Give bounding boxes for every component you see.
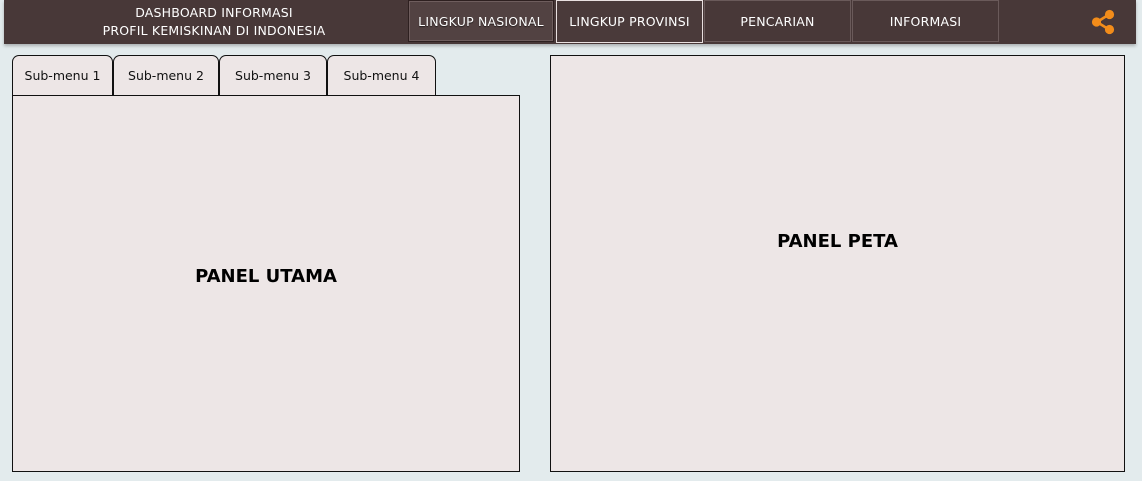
panel-peta-label: PANEL PETA xyxy=(777,231,898,252)
app-title: DASHBOARD INFORMASI PROFIL KEMISKINAN DI… xyxy=(64,4,364,40)
share-icon[interactable] xyxy=(1090,9,1116,35)
app-title-line-2: PROFIL KEMISKINAN DI INDONESIA xyxy=(102,23,326,38)
panel-utama: PANEL UTAMA xyxy=(12,95,520,472)
panel-utama-label: PANEL UTAMA xyxy=(195,266,337,287)
nav-tab-lingkup-nasional[interactable]: LINGKUP NASIONAL xyxy=(408,0,554,42)
subtab-sub-menu-1[interactable]: Sub-menu 1 xyxy=(12,55,113,95)
subtab-sub-menu-3[interactable]: Sub-menu 3 xyxy=(219,55,327,95)
subtab-sub-menu-2[interactable]: Sub-menu 2 xyxy=(113,55,219,95)
share-icon-graphic xyxy=(1091,9,1115,35)
nav-tab-informasi[interactable]: INFORMASI xyxy=(852,0,999,42)
subtab-sub-menu-4[interactable]: Sub-menu 4 xyxy=(327,55,436,95)
panel-peta: PANEL PETA xyxy=(550,55,1125,472)
nav-tab-pencarian[interactable]: PENCARIAN xyxy=(704,0,851,42)
top-navbar: DASHBOARD INFORMASI PROFIL KEMISKINAN DI… xyxy=(4,0,1136,44)
app-title-line-1: DASHBOARD INFORMASI xyxy=(135,5,293,20)
nav-tab-lingkup-provinsi[interactable]: LINGKUP PROVINSI xyxy=(556,0,703,43)
